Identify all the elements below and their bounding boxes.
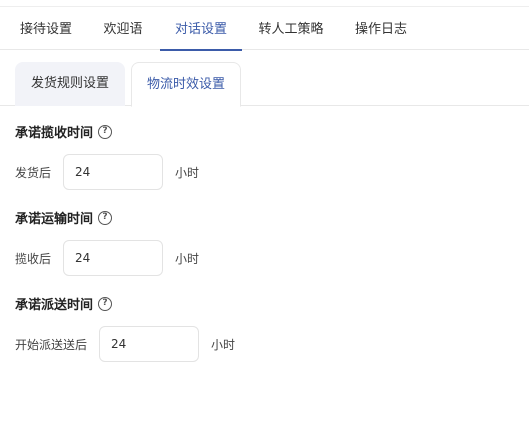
transit-time-unit: 小时 xyxy=(175,251,200,266)
tab-dialog-settings[interactable]: 对话设置 xyxy=(160,10,242,51)
transit-time-input[interactable] xyxy=(63,240,164,276)
section-title-text: 承诺揽收时间 xyxy=(15,126,94,141)
delivery-time-unit: 小时 xyxy=(211,337,236,352)
sub-tab-bar: 发货规则设置 物流时效设置 xyxy=(0,62,529,107)
section-title-text: 承诺运输时间 xyxy=(15,212,94,227)
section-title-delivery-time: 承诺派送时间 ? xyxy=(15,294,113,313)
tab-transfer-strategy[interactable]: 转人工策略 xyxy=(248,10,334,50)
subtab-logistics-timeliness[interactable]: 物流时效设置 xyxy=(131,62,241,107)
transit-time-row: 揽收后 小时 xyxy=(15,240,199,276)
section-title-text: 承诺派送时间 xyxy=(15,298,94,313)
delivery-time-row: 开始派送送后 小时 xyxy=(15,326,235,362)
tab-reception-settings[interactable]: 接待设置 xyxy=(6,10,86,50)
question-circle-icon[interactable]: ? xyxy=(98,210,113,225)
logistics-settings-page: 接待设置 欢迎语 对话设置 转人工策略 操作日志 发货规则设置 物流时效设置 承… xyxy=(0,0,529,427)
section-title-pickup-time: 承诺揽收时间 ? xyxy=(15,122,113,141)
question-circle-icon[interactable]: ? xyxy=(98,296,113,311)
delivery-time-label: 开始派送送后 xyxy=(15,337,88,352)
pickup-time-label: 发货后 xyxy=(15,165,52,180)
transit-time-label: 揽收后 xyxy=(15,251,52,266)
top-tab-bar: 接待设置 欢迎语 对话设置 转人工策略 操作日志 xyxy=(0,0,529,51)
delivery-time-input[interactable] xyxy=(99,326,200,362)
pickup-time-unit: 小时 xyxy=(175,165,200,180)
pickup-time-row: 发货后 小时 xyxy=(15,154,199,190)
top-divider xyxy=(0,6,529,7)
question-circle-icon[interactable]: ? xyxy=(98,124,113,139)
section-title-transit-time: 承诺运输时间 ? xyxy=(15,208,113,227)
tab-operation-log[interactable]: 操作日志 xyxy=(340,10,422,50)
subtab-shipping-rules[interactable]: 发货规则设置 xyxy=(15,62,125,106)
tab-welcome-message[interactable]: 欢迎语 xyxy=(92,10,154,50)
pickup-time-input[interactable] xyxy=(63,154,164,190)
